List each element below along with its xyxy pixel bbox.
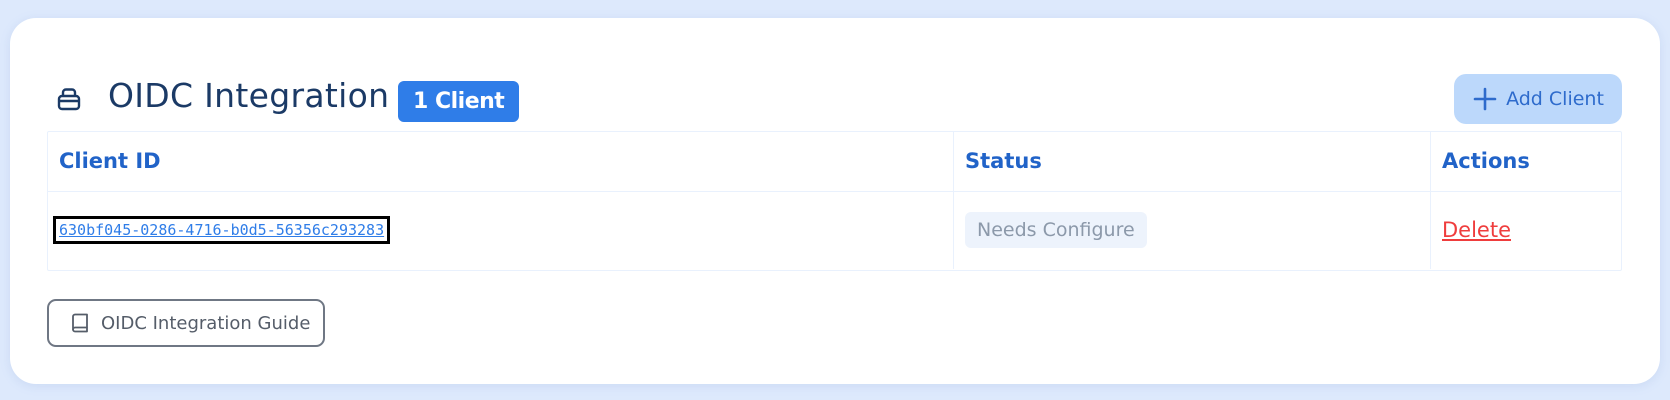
clients-table: Client ID Status Actions 630bf045-0286-4… [47,131,1622,271]
integration-guide-button[interactable]: OIDC Integration Guide [47,299,325,347]
table-row: 630bf045-0286-4716-b0d5-56356c293283 Nee… [48,191,1621,269]
plus-icon [1473,87,1497,111]
column-header-client-id: Client ID [48,132,954,191]
add-client-label: Add Client [1506,88,1604,110]
column-header-actions: Actions [1442,149,1530,174]
actions-cell: Delete [1431,191,1622,269]
lock-icon [57,88,81,111]
client-count-badge: 1 Client [398,81,520,122]
column-header-status: Status [953,132,1431,191]
book-icon [72,313,88,333]
status-cell: Needs Configure [953,191,1431,269]
integration-guide-label: OIDC Integration Guide [101,312,311,334]
page-title: OIDC Integration [108,76,390,115]
table-header-row: Client ID Status Actions [48,132,1621,191]
delete-link[interactable]: Delete [1442,218,1511,242]
add-client-button[interactable]: Add Client [1454,74,1622,124]
client-id-cell: 630bf045-0286-4716-b0d5-56356c293283 [48,191,954,269]
client-id-link[interactable]: 630bf045-0286-4716-b0d5-56356c293283 [53,216,391,245]
status-badge: Needs Configure [965,212,1147,249]
oidc-integration-card: OIDC Integration 1 Client Add Client Cli… [10,18,1660,384]
card-header: OIDC Integration 1 Client Add Client [48,60,1622,124]
